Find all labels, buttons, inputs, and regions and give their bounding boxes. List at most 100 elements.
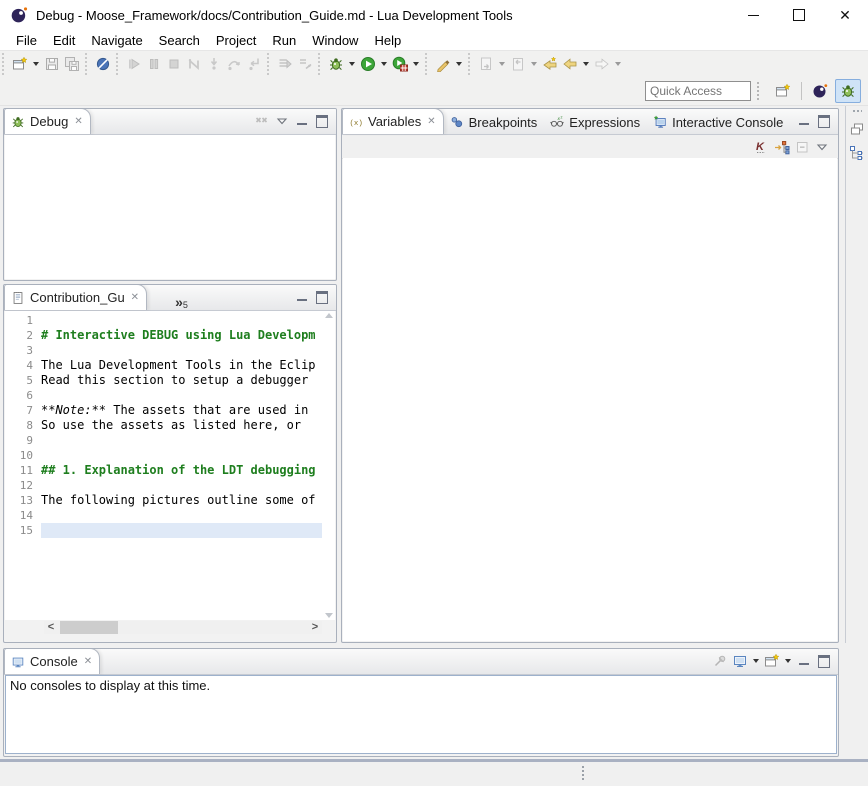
scroll-down-icon[interactable] <box>325 613 333 618</box>
toolbar-group <box>2 53 85 75</box>
code-line <box>41 508 322 523</box>
back-dropdown-icon[interactable] <box>583 62 589 66</box>
menu-run[interactable]: Run <box>264 33 304 48</box>
outline-view-button[interactable] <box>847 143 867 163</box>
tab-expressions[interactable]: x2Expressions <box>544 110 647 134</box>
code-line: The Lua Development Tools in the Eclip <box>41 358 322 373</box>
toolbar-group <box>318 53 425 75</box>
save-button <box>42 53 62 75</box>
show-type-names-button[interactable]: K <box>752 138 772 156</box>
line-number: 3 <box>5 343 41 358</box>
scroll-left-icon[interactable]: < <box>44 621 58 634</box>
tab-breakpoints[interactable]: Breakpoints <box>444 110 545 134</box>
glasses-icon: x2 <box>550 115 564 129</box>
interactive-console-icon <box>653 115 667 129</box>
menu-edit[interactable]: Edit <box>45 33 83 48</box>
code-line: # Interactive DEBUG using Lua Developm <box>41 328 322 343</box>
maximize-button[interactable] <box>312 112 332 130</box>
editor-horizontal-scrollbar[interactable]: < > <box>44 621 322 634</box>
scroll-up-icon[interactable] <box>325 313 333 318</box>
tab-console[interactable]: Console ✕ <box>4 648 100 674</box>
tab-interactive-console[interactable]: Interactive Console <box>647 110 790 134</box>
lua-perspective-button[interactable] <box>807 79 833 103</box>
collapse-all-button <box>792 138 812 156</box>
menu-window[interactable]: Window <box>304 33 366 48</box>
window-maximize-button[interactable] <box>776 0 822 30</box>
doc-icon <box>11 291 25 305</box>
remove-all-terminated-button <box>252 112 272 130</box>
scrollbar-thumb[interactable] <box>60 621 118 634</box>
line-number: 1 <box>5 313 41 328</box>
tab-close-icon[interactable]: ✕ <box>131 293 139 303</box>
skip-all-breakpoints-button[interactable] <box>93 53 113 75</box>
tab-close-icon[interactable]: ✕ <box>427 117 435 127</box>
editor-vertical-scrollbar[interactable] <box>322 311 335 620</box>
open-perspective-button[interactable] <box>770 79 796 103</box>
debug-button[interactable] <box>326 53 346 75</box>
line-number: 11 <box>5 463 41 478</box>
debug-dropdown-icon[interactable] <box>349 62 355 66</box>
back-button[interactable] <box>560 53 580 75</box>
minimize-button[interactable] <box>794 112 814 130</box>
window-close-button[interactable]: ✕ <box>822 0 868 30</box>
tab-label: Console <box>30 654 78 669</box>
status-bar <box>0 759 868 786</box>
minimize-button[interactable] <box>292 112 312 130</box>
external-tools-button[interactable] <box>390 53 410 75</box>
minimize-button[interactable] <box>292 288 312 306</box>
code-line <box>41 478 322 493</box>
menu-bar: FileEditNavigateSearchProjectRunWindowHe… <box>0 30 868 51</box>
last-edit-location-button[interactable] <box>540 53 560 75</box>
menu-search[interactable]: Search <box>151 33 208 48</box>
more-editors-chevron[interactable]: »5 <box>175 294 188 310</box>
display-selected-console-dropdown-icon[interactable] <box>753 659 759 663</box>
debug-perspective-button[interactable] <box>835 79 861 103</box>
console-message: No consoles to display at this time. <box>6 676 836 695</box>
maximize-button[interactable] <box>814 112 834 130</box>
status-drag-handle[interactable] <box>582 766 588 780</box>
show-logical-structures-button[interactable] <box>772 138 792 156</box>
tab-debug[interactable]: Debug ✕ <box>4 108 91 134</box>
scroll-right-icon[interactable]: > <box>308 621 322 634</box>
tab-contribution-guide[interactable]: Contribution_Gu✕ <box>4 284 147 310</box>
window-minimize-button[interactable] <box>730 0 776 30</box>
code-content: # Interactive DEBUG using Lua Developm T… <box>41 311 322 620</box>
new-wizard-dropdown-icon[interactable] <box>33 62 39 66</box>
new-wizard-button[interactable] <box>10 53 30 75</box>
more-editors-count: 5 <box>183 300 188 310</box>
strip-drag-handle[interactable] <box>852 109 862 113</box>
menu-navigate[interactable]: Navigate <box>83 33 150 48</box>
external-tools-dropdown-icon[interactable] <box>413 62 419 66</box>
marker-pen-dropdown-icon[interactable] <box>456 62 462 66</box>
menu-help[interactable]: Help <box>366 33 409 48</box>
open-console-button[interactable] <box>762 652 782 670</box>
display-selected-console-button[interactable] <box>730 652 750 670</box>
run-button[interactable] <box>358 53 378 75</box>
tab-close-icon[interactable]: ✕ <box>74 117 82 127</box>
maximize-button[interactable] <box>814 652 834 670</box>
tab-close-icon[interactable]: ✕ <box>84 657 92 667</box>
debug-view-content[interactable] <box>5 135 335 279</box>
view-menu-button[interactable] <box>272 112 292 130</box>
open-console-dropdown-icon[interactable] <box>785 659 791 663</box>
editor-panel: Contribution_Gu✕»5 123456789101112131415… <box>3 284 337 643</box>
toolbar-group <box>425 53 468 75</box>
tab-label: Debug <box>30 114 68 129</box>
code-line <box>41 388 322 403</box>
menu-file[interactable]: File <box>8 33 45 48</box>
run-dropdown-icon[interactable] <box>381 62 387 66</box>
code-line: **Note:** The assets that are used in <box>41 403 322 418</box>
restore-view-button[interactable] <box>847 119 867 139</box>
editor-text-area[interactable]: 123456789101112131415 # Interactive DEBU… <box>5 311 335 620</box>
variables-view-content[interactable] <box>343 158 837 641</box>
minimize-button[interactable] <box>794 652 814 670</box>
menu-project[interactable]: Project <box>208 33 264 48</box>
code-line <box>41 433 322 448</box>
tab-variables[interactable]: (x)=Variables✕ <box>342 108 444 134</box>
quick-access-input[interactable] <box>645 81 751 101</box>
terminate-button <box>164 53 184 75</box>
step-over-button <box>224 53 244 75</box>
marker-pen-button[interactable] <box>433 53 453 75</box>
view-menu-button[interactable] <box>812 138 832 156</box>
maximize-button[interactable] <box>312 288 332 306</box>
